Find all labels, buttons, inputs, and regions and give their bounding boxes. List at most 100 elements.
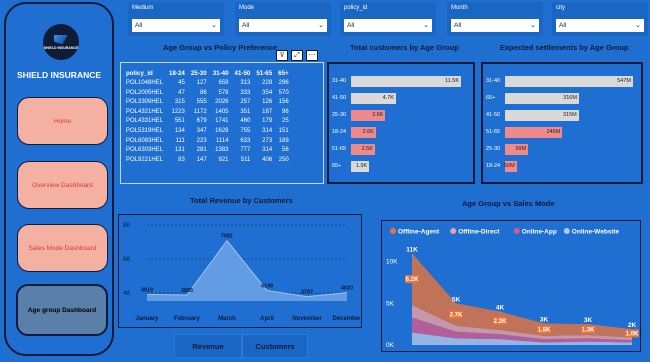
table-row: POL6093HEL 111 223 1114 633 273 189 xyxy=(123,137,292,147)
table-column-header[interactable]: 31-40 xyxy=(210,67,232,79)
revenue-data-label: 4020 xyxy=(341,286,353,292)
table-cell: POL4321HEL xyxy=(126,108,164,115)
filter-icon[interactable]: ⊽ xyxy=(276,50,288,61)
table-cell: 570 xyxy=(278,89,289,96)
table-column-header[interactable]: policy_id xyxy=(123,67,166,79)
table-cell: 83 xyxy=(178,156,185,163)
settlements-bar[interactable]: 315M xyxy=(505,110,579,121)
customers-bar[interactable]: 2.6K xyxy=(351,127,376,138)
nav-age-group-dashboard-button[interactable]: Age group Dashboard xyxy=(16,284,108,336)
table-cell: 921 xyxy=(218,156,229,163)
table-header-row: policy_id 18-24 25-30 31-40 41-50 51-65 65+ xyxy=(123,67,292,79)
total-data-label: 5K xyxy=(452,296,461,303)
customers-category-label: 18-24 xyxy=(332,129,347,135)
settlements-category-label: 31-40 xyxy=(486,78,501,84)
slicer-mode-select[interactable]: All ⌄ xyxy=(239,19,327,32)
slicer-policy-id[interactable]: policy_id All ⌄ xyxy=(340,2,436,36)
settlements-category-label: 18-24 xyxy=(486,163,501,169)
chevron-down-icon: ⌄ xyxy=(635,22,641,29)
customers-bar[interactable]: 4.7K xyxy=(351,93,396,104)
table-column-header[interactable]: 25-30 xyxy=(188,67,210,79)
segment-data-label: 1.5K xyxy=(538,328,551,334)
table-cell: 296 xyxy=(278,80,289,86)
customers-data-label: 1.9K xyxy=(355,163,368,169)
revenue-data-label: 4149 xyxy=(261,283,273,289)
table-cell: 47 xyxy=(178,89,185,96)
segment-data-label: 6.2K xyxy=(406,277,419,283)
slicer-medium-select[interactable]: All ⌄ xyxy=(132,19,220,32)
policy-table-title: Age Group vs Policy Preference xyxy=(163,43,278,52)
legend-label: Offline-Direct xyxy=(458,229,500,236)
settlements-bar[interactable]: 245M xyxy=(505,127,563,138)
slicer-policy-id-select[interactable]: All ⌄ xyxy=(344,19,432,32)
settlements-chart-title: Expected settlements by Age Group xyxy=(500,43,629,52)
customers-bar[interactable]: 1.9K xyxy=(351,161,370,172)
focus-icon[interactable]: ⤢ xyxy=(291,50,303,61)
table-cell: 1114 xyxy=(216,137,229,144)
customers-data-label: 4.7K xyxy=(382,95,394,101)
table-cell: 147 xyxy=(196,156,207,163)
x-tick-label: March xyxy=(218,316,236,322)
chevron-down-icon: ⌄ xyxy=(530,22,536,29)
slicer-medium[interactable]: Medium All ⌄ xyxy=(128,2,224,36)
revenue-data-label: 3787 xyxy=(301,290,313,296)
x-tick-label: November xyxy=(292,316,322,322)
table-cell: 1405 xyxy=(215,108,229,115)
slicer-city[interactable]: city All ⌄ xyxy=(552,2,648,36)
slicer-month-select[interactable]: All ⌄ xyxy=(451,19,539,32)
revenue-data-label: 3885 xyxy=(181,288,193,294)
revenue-button[interactable]: Revenue xyxy=(174,334,242,358)
table-cell: 273 xyxy=(262,137,273,144)
customers-bar[interactable]: 3.6K xyxy=(351,110,386,121)
table-cell: 354 xyxy=(262,89,273,96)
table-row: POL9221HEL 83 147 921 511 406 250 xyxy=(123,156,292,166)
chevron-down-icon: ⌄ xyxy=(211,22,217,29)
table-column-header[interactable]: 18-24 xyxy=(166,67,188,79)
customers-data-label: 11.5K xyxy=(445,78,459,84)
y-tick-label: 0K xyxy=(386,342,395,349)
settlements-bar[interactable]: 50M xyxy=(504,161,517,172)
table-cell: 1172 xyxy=(193,108,207,115)
legend-label: Online-Website xyxy=(572,229,620,236)
table-cell: 25 xyxy=(281,118,289,125)
slicer-city-select[interactable]: All ⌄ xyxy=(556,19,644,32)
more-icon[interactable]: ⋯ xyxy=(306,50,318,61)
table-column-header[interactable]: 65+ xyxy=(275,67,292,79)
table-cell: 755 xyxy=(240,127,251,134)
customers-button[interactable]: Customers xyxy=(242,334,308,358)
slicer-medium-value: All xyxy=(135,22,143,29)
table-cell: 223 xyxy=(196,137,207,144)
nav-home-button[interactable]: Home xyxy=(17,97,108,145)
table-cell: 679 xyxy=(196,118,207,125)
table-cell: 1223 xyxy=(171,108,185,115)
customers-bar[interactable]: 2.5K xyxy=(351,144,375,155)
table-column-header[interactable]: 41-50 xyxy=(232,67,254,79)
x-tick-label: December xyxy=(332,316,360,322)
customers-bar[interactable]: 11.5K xyxy=(351,76,461,87)
table-cell: 313 xyxy=(240,80,251,86)
nav-overview-dashboard-button[interactable]: Overview Dashboard xyxy=(17,161,108,209)
revenue-data-label: 7081 xyxy=(221,234,233,240)
table-cell: 777 xyxy=(240,147,251,154)
settlements-bar[interactable]: 99M xyxy=(505,144,529,155)
settlements-bar[interactable]: 547M xyxy=(505,76,633,87)
segment-data-label: 2.7K xyxy=(450,313,463,319)
settlements-data-label: 245M xyxy=(546,129,561,135)
settlements-bar[interactable]: 316M xyxy=(505,93,579,104)
table-cell: 633 xyxy=(240,137,251,144)
table-column-header[interactable]: 51-65 xyxy=(253,67,275,79)
table-cell: 2026 xyxy=(215,99,229,106)
table-cell: 257 xyxy=(240,99,251,106)
slicer-month-label: Month xyxy=(451,5,468,11)
policy-table-panel: policy_id 18-24 25-30 31-40 41-50 51-65 65+ PO… xyxy=(120,62,324,184)
slicer-mode[interactable]: Mode All ⌄ xyxy=(235,2,331,36)
table-cell: 86 xyxy=(200,89,207,96)
table-cell: POL6303HEL xyxy=(126,147,164,154)
table-cell: 460 xyxy=(240,118,251,125)
table-cell: POL2005HEL xyxy=(126,89,164,96)
nav-sales-mode-dashboard-button[interactable]: Sales Mode Dashboard xyxy=(17,224,108,272)
table-cell: 511 xyxy=(240,156,251,163)
settlements-category-label: 65+ xyxy=(486,95,496,101)
slicer-month[interactable]: Month All ⌄ xyxy=(447,2,543,36)
segment-data-label: 1.3K xyxy=(582,328,595,334)
